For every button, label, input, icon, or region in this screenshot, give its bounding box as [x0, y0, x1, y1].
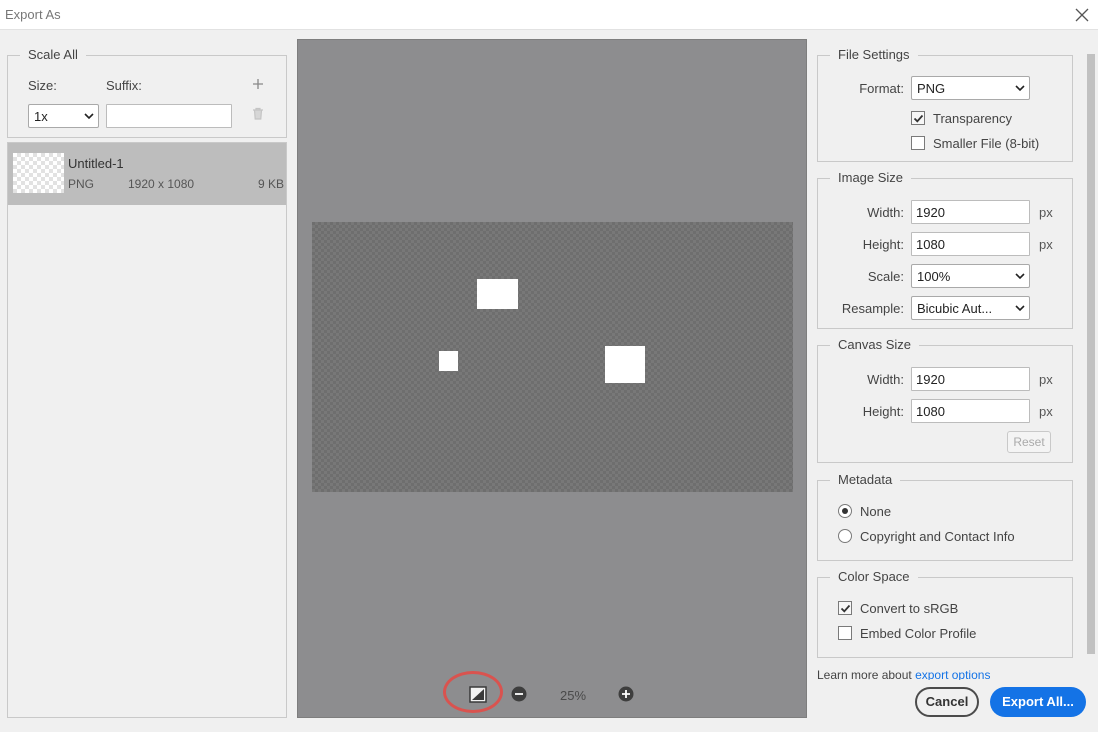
scale-all-group: Scale All Size: Suffix: 1x	[7, 47, 287, 138]
trash-icon[interactable]	[252, 107, 264, 120]
image-height-label: Height:	[862, 237, 904, 252]
cancel-button[interactable]: Cancel	[915, 687, 979, 717]
size-label: Size:	[28, 78, 57, 93]
highlight-circle	[443, 671, 503, 713]
settings-scrollbar[interactable]	[1084, 40, 1098, 676]
plus-icon[interactable]	[252, 78, 264, 90]
metadata-copyright-label: Copyright and Contact Info	[860, 529, 1015, 544]
size-select[interactable]: 1x	[28, 104, 99, 128]
metadata-copyright-radio[interactable]	[838, 529, 852, 543]
asset-format: PNG	[68, 177, 95, 191]
convert-srgb-checkbox[interactable]	[838, 601, 852, 615]
image-width-label: Width:	[867, 205, 904, 220]
learn-more-text: Learn more about export options	[817, 668, 990, 680]
suffix-input[interactable]	[106, 104, 232, 128]
transparency-label: Transparency	[933, 111, 1012, 126]
embed-profile-checkbox[interactable]	[838, 626, 852, 640]
zoom-out-icon[interactable]	[511, 686, 527, 702]
left-panel: Scale All Size: Suffix: 1x Untitled-1 PN…	[7, 38, 287, 718]
asset-dimensions: 1920 x 1080	[128, 177, 195, 191]
canvas-width-input[interactable]: 1920	[911, 367, 1030, 391]
color-space-group: Color Space Convert to sRGB Embed Color …	[817, 569, 1073, 658]
preview-shape	[605, 346, 645, 383]
metadata-legend: Metadata	[830, 472, 901, 488]
settings-panel: File Settings Format: PNG Transparency S…	[810, 40, 1098, 730]
canvas-height-unit: px	[1039, 404, 1053, 419]
preview-area: 25%	[297, 39, 807, 718]
reset-button[interactable]: Reset	[1007, 431, 1051, 453]
preview-shape	[477, 279, 518, 309]
smaller-file-checkbox[interactable]	[911, 136, 925, 150]
checkmark-icon	[913, 114, 924, 123]
file-settings-group: File Settings Format: PNG Transparency S…	[817, 47, 1073, 162]
metadata-none-label: None	[860, 504, 892, 519]
scale-all-legend: Scale All	[20, 47, 86, 63]
file-settings-legend: File Settings	[830, 47, 918, 63]
chevron-down-icon	[1015, 273, 1025, 280]
zoom-level: 25%	[560, 688, 587, 703]
asset-thumbnail	[13, 153, 64, 193]
image-size-legend: Image Size	[830, 170, 912, 186]
scrollbar-thumb[interactable]	[1087, 54, 1095, 654]
preview-canvas	[312, 222, 793, 492]
chevron-down-icon	[84, 113, 94, 120]
canvas-height-label: Height:	[862, 404, 904, 419]
canvas-size-legend: Canvas Size	[830, 337, 919, 353]
image-height-unit: px	[1039, 237, 1053, 252]
size-select-value: 1x	[34, 109, 48, 124]
convert-srgb-label: Convert to sRGB	[860, 601, 959, 616]
zoom-in-icon[interactable]	[618, 686, 634, 702]
color-space-legend: Color Space	[830, 569, 918, 585]
canvas-width-label: Width:	[867, 372, 904, 387]
preview-shape	[439, 351, 458, 371]
suffix-label: Suffix:	[106, 78, 142, 93]
canvas-size-group: Canvas Size Width: 1920 px Height: 1080 …	[817, 337, 1073, 463]
checkmark-icon	[840, 604, 851, 613]
scale-select[interactable]: 100%	[911, 264, 1030, 288]
chevron-down-icon	[1015, 305, 1025, 312]
asset-list: Untitled-1 PNG 1920 x 1080 9 KB	[7, 142, 287, 718]
export-options-link[interactable]: export options	[915, 668, 990, 680]
title-bar: Export As	[0, 0, 1098, 30]
resample-select-value: Bicubic Aut...	[917, 301, 993, 316]
image-width-input[interactable]: 1920	[911, 200, 1030, 224]
scale-select-value: 100%	[917, 269, 951, 284]
canvas-height-input[interactable]: 1080	[911, 399, 1030, 423]
scale-label: Scale:	[867, 269, 904, 284]
smaller-file-label: Smaller File (8-bit)	[933, 136, 1040, 151]
resample-select[interactable]: Bicubic Aut...	[911, 296, 1030, 320]
format-select-value: PNG	[917, 81, 946, 96]
format-select[interactable]: PNG	[911, 76, 1030, 100]
metadata-none-radio[interactable]	[838, 504, 852, 518]
asset-row[interactable]: Untitled-1 PNG 1920 x 1080 9 KB	[8, 143, 286, 205]
image-size-group: Image Size Width: 1920 px Height: 1080 p…	[817, 170, 1073, 329]
learn-more-prefix: Learn more about	[817, 668, 916, 680]
asset-name: Untitled-1	[68, 156, 124, 171]
zoom-bar: 25%	[298, 680, 808, 710]
metadata-group: Metadata None Copyright and Contact Info	[817, 472, 1073, 561]
chevron-down-icon	[1015, 85, 1025, 92]
transparency-checkbox[interactable]	[911, 111, 925, 125]
image-height-input[interactable]: 1080	[911, 232, 1030, 256]
canvas-width-unit: px	[1039, 372, 1053, 387]
format-label: Format:	[859, 81, 904, 96]
export-all-button[interactable]: Export All...	[990, 687, 1086, 717]
embed-profile-label: Embed Color Profile	[860, 626, 977, 641]
resample-label: Resample:	[841, 301, 904, 316]
asset-filesize: 9 KB	[258, 177, 285, 191]
image-width-unit: px	[1039, 205, 1053, 220]
close-icon[interactable]	[1072, 5, 1092, 25]
window-title: Export As	[5, 7, 61, 22]
